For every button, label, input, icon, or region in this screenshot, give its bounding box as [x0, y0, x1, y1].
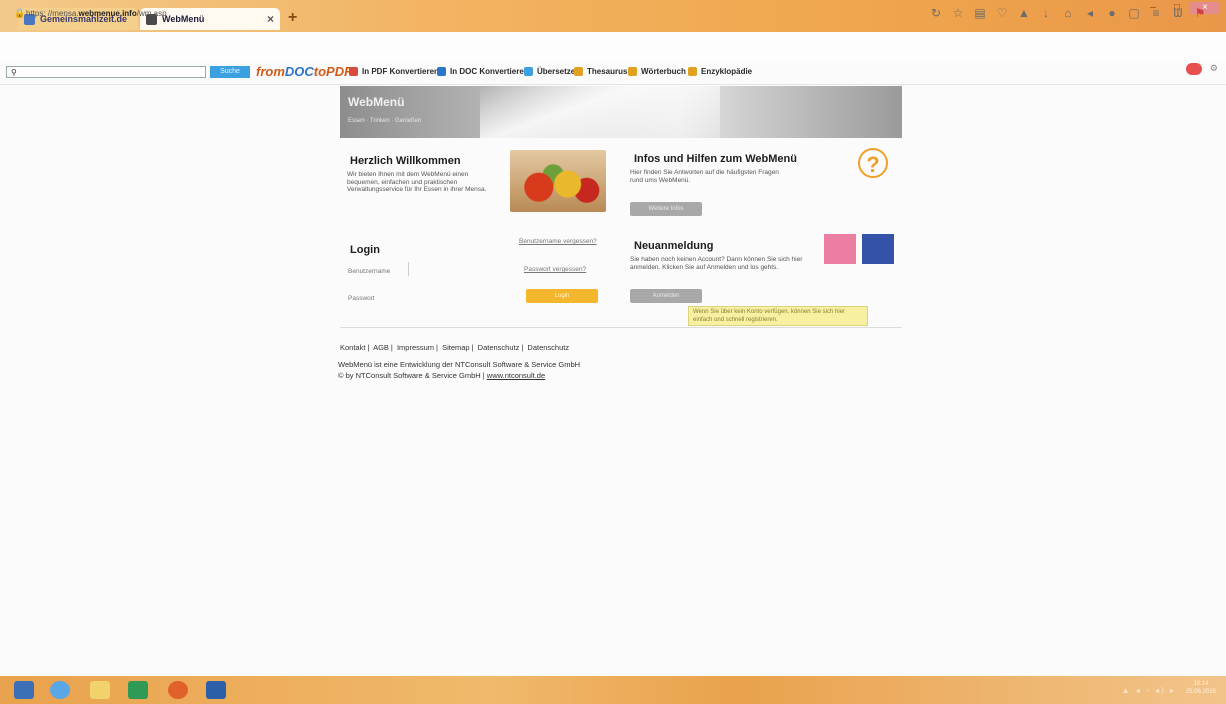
clock-date: 25.06.2015	[1185, 689, 1216, 695]
register-button[interactable]: Anmelden	[630, 289, 702, 303]
pink-tile[interactable]	[824, 234, 856, 264]
url-field[interactable]: https: //mensa.webmenue.info/wm.asp	[26, 9, 167, 18]
clock[interactable]: 10:14 25.06.2015	[1186, 680, 1216, 696]
chat-icon[interactable]: ●	[1106, 6, 1118, 21]
bookmark-thesaurus[interactable]: Thesaurus	[574, 67, 627, 76]
footer-copyright: © by NTConsult Software & Service GmbH |…	[338, 371, 545, 380]
flag-icon[interactable]: ⚑	[1194, 6, 1206, 21]
firefox-icon[interactable]	[168, 681, 188, 699]
system-tray[interactable]: ▲ ◂ ▫ ◂) ▸	[1122, 686, 1176, 695]
footer-link-impressum[interactable]: Impressum	[397, 343, 434, 352]
bookmark-encyclopedia[interactable]: Enzyklopädie	[688, 67, 752, 76]
bookmark-doc[interactable]: In DOC Konvertieren	[437, 67, 529, 76]
bookmark-dictionary[interactable]: Wörterbuch	[628, 67, 686, 76]
footer-credit: WebMenü ist eine Entwicklung der NTConsu…	[338, 360, 581, 369]
site-logo[interactable]: WebMenü	[348, 95, 404, 109]
info-title: Infos und Hilfen zum WebMenü	[634, 153, 797, 165]
bookmark-pdf[interactable]: In PDF Konvertieren	[349, 67, 439, 76]
pdf-icon	[349, 67, 358, 76]
blue-tile[interactable]	[862, 234, 894, 264]
logo-part-c: toPDF	[313, 64, 353, 79]
welcome-title: Herzlich Willkommen	[350, 155, 461, 167]
clock-time: 10:14	[1193, 681, 1209, 687]
lock-icon[interactable]: 🔒	[14, 8, 25, 19]
forgot-username-link[interactable]: Benutzername vergessen?	[519, 238, 597, 245]
login-title: Login	[350, 244, 380, 256]
send-icon[interactable]: ◂	[1084, 6, 1096, 21]
extension-icon[interactable]: ᗯ	[1172, 6, 1184, 21]
url-domain: webmenue.info	[78, 9, 137, 18]
footer-link-kontakt[interactable]: Kontakt	[340, 343, 365, 352]
word-icon[interactable]	[206, 681, 226, 699]
footer-divider	[340, 327, 902, 328]
username-input[interactable]	[408, 262, 409, 276]
home-icon[interactable]: ⌂	[1062, 6, 1074, 21]
banner-highlight	[480, 86, 720, 138]
reading-list-icon[interactable]: ▤	[974, 6, 986, 21]
url-rest: /wm.asp	[136, 9, 167, 18]
search-icon: ⚲	[11, 68, 17, 77]
site-tagline: Essen · Trinken · Genießen	[348, 118, 422, 124]
footer-link-datenschutz-2[interactable]: Datenschutz	[527, 343, 569, 352]
new-tab-button[interactable]: +	[288, 9, 297, 27]
toolbar-search-button[interactable]: Suche	[210, 66, 250, 78]
internet-explorer-icon[interactable]	[50, 681, 70, 699]
help-question-icon[interactable]: ?	[858, 148, 888, 178]
book-icon	[574, 67, 583, 76]
record-icon[interactable]	[1186, 63, 1202, 75]
ntconsult-link[interactable]: www.ntconsult.de	[487, 371, 545, 380]
username-label: Benutzername	[348, 268, 391, 275]
book-icon	[688, 67, 697, 76]
download-icon[interactable]: ↓	[1040, 6, 1052, 21]
register-text: Sie haben noch keinen Account? Dann könn…	[630, 256, 803, 271]
bookmark-star-icon[interactable]: ☆	[952, 6, 964, 21]
footer-links: Kontakt | AGB | Impressum | Sitemap | Datens…	[340, 343, 570, 352]
logo-part-a: from	[256, 64, 285, 79]
menu-icon[interactable]: ≡	[1150, 6, 1162, 21]
footer-link-agb[interactable]: AGB	[373, 343, 389, 352]
info-button[interactable]: Weitere Infos	[630, 202, 702, 216]
store-icon[interactable]	[128, 681, 148, 699]
gear-icon[interactable]: ⚙	[1210, 63, 1218, 74]
copyright-text: © by NTConsult Software & Service GmbH |	[338, 371, 485, 380]
screenshot-icon[interactable]: ▢	[1128, 6, 1140, 21]
file-explorer-icon[interactable]	[90, 681, 110, 699]
start-icon[interactable]	[14, 681, 34, 699]
tab-label: WebMenü	[162, 14, 205, 24]
share-icon[interactable]: ▲	[1018, 6, 1030, 21]
info-text: Hier finden Sie Antworten auf die häufig…	[630, 169, 779, 184]
register-title: Neuanmeldung	[634, 240, 714, 252]
welcome-text: Wir bieten Ihnen mit dem WebMenü einen b…	[347, 171, 487, 193]
fruit-basket-image	[510, 150, 606, 212]
book-icon	[628, 67, 637, 76]
translate-icon	[524, 67, 533, 76]
pocket-icon[interactable]: ♡	[996, 6, 1008, 21]
login-button[interactable]: Login	[526, 289, 598, 303]
footer-link-sitemap[interactable]: Sitemap	[442, 343, 470, 352]
doc-icon	[437, 67, 446, 76]
reload-icon[interactable]: ↻	[930, 6, 942, 21]
close-tab-icon[interactable]: ×	[267, 12, 274, 26]
toolbar-search-input[interactable]: ⚲	[6, 66, 206, 78]
logo-part-b: DOC	[284, 64, 314, 79]
bookmark-translate[interactable]: Übersetzen	[524, 67, 580, 76]
url-prefix: https:	[26, 9, 46, 18]
address-bar	[0, 32, 1226, 62]
fromdoctopdf-logo[interactable]: fromDOCtoPDF	[256, 64, 352, 79]
password-label: Passwort	[348, 295, 375, 302]
forgot-password-link[interactable]: Passwort vergessen?	[524, 266, 586, 273]
toolbar-icons: ↻ ☆ ▤ ♡ ▲ ↓ ⌂ ◂ ● ▢ ≡ ᗯ ⚑	[930, 6, 1206, 21]
register-tooltip: Wenn Sie über kein Konto verfügen, könne…	[688, 306, 868, 326]
footer-link-datenschutz[interactable]: Datenschutz	[478, 343, 520, 352]
